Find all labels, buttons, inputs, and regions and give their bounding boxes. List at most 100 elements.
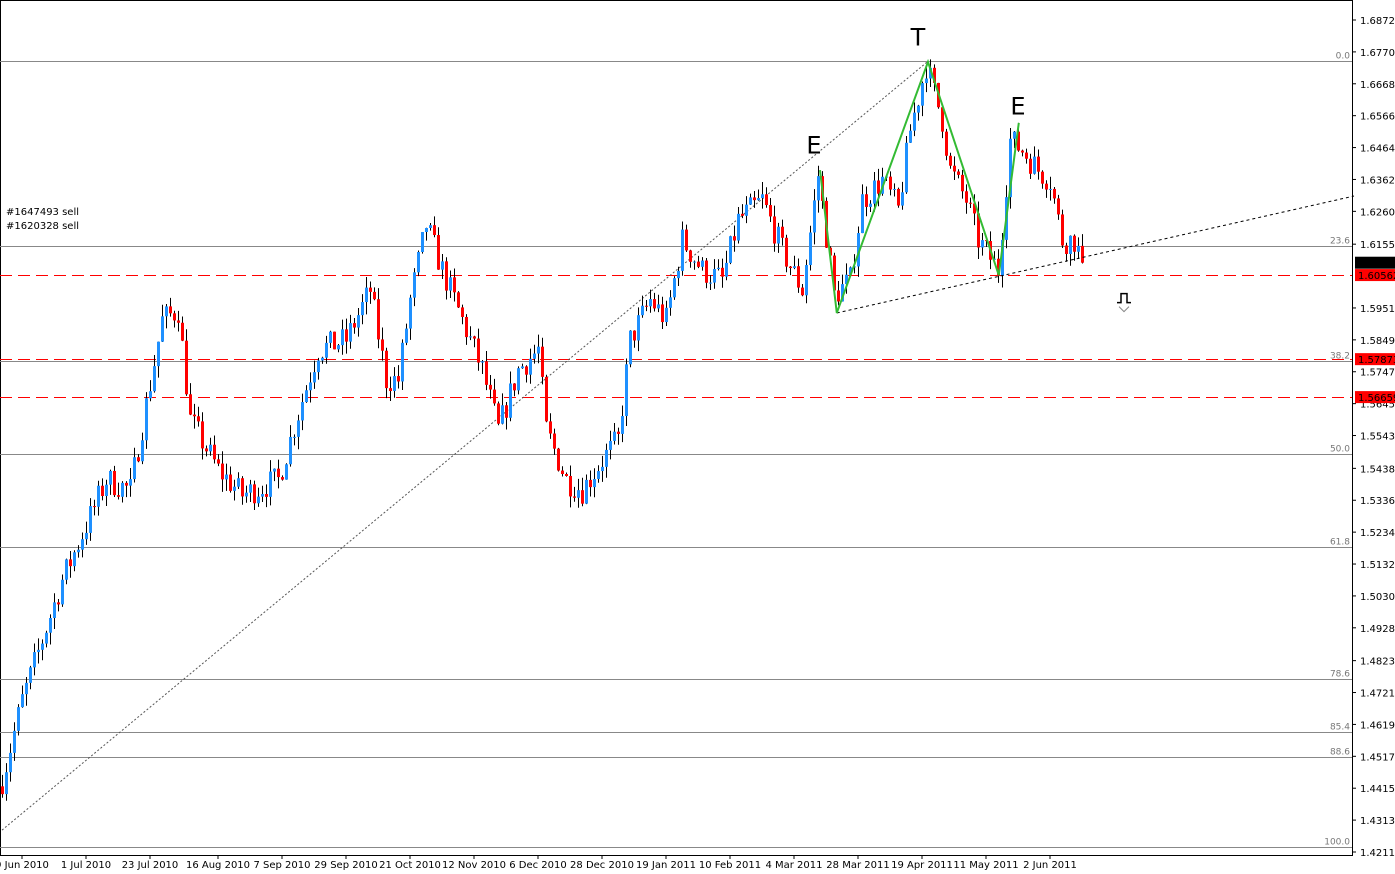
candle-body [605,449,608,467]
candle-body [981,240,984,248]
candle-body [545,376,548,422]
date-tick-label: 28 Mar 2011 [826,860,889,871]
candle-body [637,315,640,341]
fib-level-label: 23.6 [1330,237,1350,247]
candle-body [41,643,44,650]
candle-body [757,198,760,201]
candle-body [809,232,812,266]
price-tick-label: 1.66680 [1360,80,1395,91]
candle-body [45,632,48,644]
fib-level-label: 88.6 [1330,748,1350,758]
pattern-label: E [1010,92,1025,120]
candle-body [69,559,72,567]
candle-body [481,361,484,363]
candle-body [817,176,820,201]
price-tick-label: 1.61550 [1360,240,1395,251]
price-chart[interactable]: 0.023.638.250.061.878.685.488.6100.0ETE1… [0,0,1395,874]
price-tick-label: 1.45170 [1360,752,1395,763]
candle-body [553,433,556,449]
candle-body [1077,245,1080,252]
chart-window: 0.0 23.6 38.2 50.0 61.8 78.6 85.4 88.6 100.0 E T E 1… [0,0,1395,874]
candle-body [649,299,652,307]
candle-body [325,342,328,358]
candle-body [329,331,332,343]
candle-body [677,270,680,279]
price-tick-label: 1.59510 [1360,304,1395,315]
candle-body [73,552,76,567]
price-tick-label: 1.62600 [1360,207,1395,218]
candle-body [253,484,256,504]
candle-body [1041,171,1044,184]
price-tick-label: 1.43130 [1360,816,1395,827]
candle-body [865,194,868,207]
price-tick-label: 1.67700 [1360,48,1395,59]
candle-body [469,336,472,338]
order-list: #1647493 sell #1620328 sell [6,206,79,234]
order-label: #1647493 sell [6,207,80,218]
candle-body [293,436,296,438]
candle-body [1053,188,1056,199]
candle-body [709,282,712,284]
candle-body [221,463,224,480]
candle-body [705,260,708,283]
candle-body [969,202,972,204]
candle-body [501,405,504,424]
candle-body [29,667,32,683]
candle-body [365,287,368,303]
candle-body [261,494,264,497]
candle-body [461,307,464,317]
candle-body [297,420,300,437]
candle-body [189,394,192,415]
candle-body [897,188,900,206]
candle-body [729,236,732,263]
candle-body [149,391,152,399]
candle-body [733,236,736,241]
candle-body [349,323,352,342]
candle-body [141,440,144,462]
candle-body [137,457,140,462]
candle-body [645,305,648,307]
candle-body [577,490,580,498]
candle-body [961,174,964,192]
candle-body [49,618,52,633]
candle-body [685,229,688,251]
candle-body [965,191,968,203]
candle-body [369,287,372,292]
candle-body [473,336,476,339]
candle-body [249,484,252,493]
candle-body [641,305,644,316]
candle-body [773,216,776,244]
candle-body [701,260,704,267]
candle-body [801,287,804,296]
candle-body [201,421,204,449]
candle-body [869,203,872,207]
candle-body [429,225,432,228]
candle-body [781,226,784,238]
fib-level-label: 0.0 [1336,52,1351,62]
candle-body [25,682,28,695]
candle-body [505,405,508,418]
candle-body [441,261,444,270]
candle-body [229,474,232,491]
candle-body [609,440,612,450]
candle-body [145,398,148,441]
candle-body [1057,198,1060,215]
candle-body [209,444,212,452]
candle-body [893,188,896,190]
candle-body [1081,245,1084,263]
price-tick-label: 1.68720 [1360,16,1395,27]
candle-body [205,448,208,452]
candle-body [445,261,448,291]
candle-body [1037,156,1040,172]
candle-body [621,416,624,434]
candle-body [537,346,540,354]
candle-body [585,479,588,504]
candle-body [489,384,492,390]
candle-body [565,474,568,476]
price-tick-label: 1.64640 [1360,144,1395,155]
candle-body [541,346,544,377]
candle-body [245,492,248,497]
candle-body [381,339,384,351]
candle-body [157,341,160,367]
candle-body [669,297,672,308]
